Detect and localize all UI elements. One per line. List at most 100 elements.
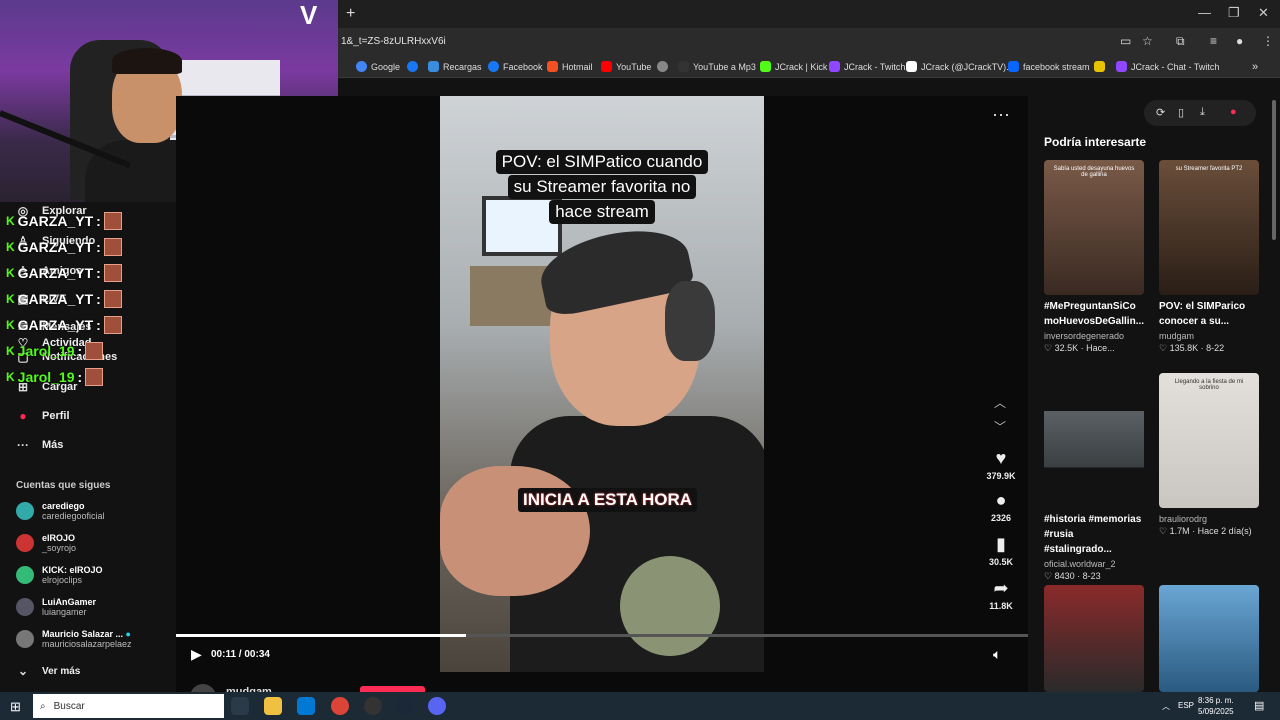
avatar <box>16 566 34 584</box>
bookmark-icon: ▮ <box>996 534 1006 554</box>
video-scene-hand <box>440 466 590 596</box>
like-button[interactable]: ♥ 379.9K <box>980 448 1022 481</box>
bookmark-globe[interactable] <box>657 61 668 72</box>
save-button[interactable]: ▮ 30.5K <box>980 534 1022 567</box>
download-icon[interactable]: ⤓ <box>1200 106 1205 119</box>
refresh-icon[interactable]: ⟳ <box>1156 106 1165 119</box>
chevron-down-icon: ⌄ <box>17 664 29 678</box>
bookmark-google[interactable]: Google <box>356 61 400 72</box>
following-account[interactable]: carediego carediegooficial <box>16 501 105 521</box>
progress-bar[interactable] <box>176 634 1028 637</box>
bookmark-facebook[interactable]: Facebook <box>488 61 543 72</box>
screen: + — ❐ ✕ 1&_t=ZS-8zULRHxxV6i ▭ ☆ ⧉ ≡ ● ⋮ … <box>0 0 1280 720</box>
clock[interactable]: 8:36 p. m. 5/09/2025 <box>1198 695 1234 717</box>
following-account[interactable]: elROJO _soyrojo <box>16 533 76 553</box>
share-button[interactable]: ➦ 11.8K <box>980 578 1022 611</box>
file-explorer-icon[interactable] <box>264 697 282 715</box>
url-field[interactable]: 1&_t=ZS-8zULRHxxV6i <box>341 36 446 47</box>
video-caption-mid: INICIA A ESTA HORA <box>518 488 698 512</box>
nav-mas[interactable]: ··· Más <box>16 438 63 452</box>
windows-start-icon[interactable]: ⊞ <box>10 699 21 715</box>
bookmark-hotmail[interactable]: Hotmail <box>547 61 593 72</box>
twitch-icon <box>1116 61 1127 72</box>
new-tab-button[interactable]: + <box>346 5 355 23</box>
cast-icon[interactable]: ▭ <box>1120 34 1131 48</box>
comment-icon: ● <box>995 490 1007 510</box>
restore-icon[interactable]: ❐ <box>1228 5 1240 21</box>
video-player[interactable]: POV: el SIMPatico cuando su Streamer fav… <box>440 96 764 672</box>
bookmark-youtube[interactable]: YouTube <box>601 61 651 72</box>
more-icon: ··· <box>17 438 29 452</box>
recommend-card[interactable] <box>1044 585 1144 692</box>
see-more-button[interactable]: ⌄ Ver más <box>16 664 80 678</box>
following-title: Cuentas que sigues <box>16 480 111 491</box>
comment-button[interactable]: ● 2326 <box>980 490 1022 523</box>
media-icon[interactable]: ≡ <box>1210 34 1217 48</box>
bookmark-jcrack-x[interactable]: JCrack (@JCrackTV)... <box>906 61 1014 72</box>
extensions-icon[interactable]: ⧉ <box>1176 34 1185 49</box>
bookmark-facebook-1[interactable] <box>407 61 418 72</box>
scrollbar[interactable] <box>1272 100 1276 240</box>
globe-icon <box>657 61 668 72</box>
recommend-card[interactable]: Llegando a la fiesta de mi sobrino braul… <box>1159 373 1259 537</box>
chrome-icon[interactable] <box>331 697 349 715</box>
bookmark-jcrack-twitch[interactable]: JCrack - Twitch <box>829 61 905 72</box>
nav-perfil[interactable]: ● Perfil <box>16 409 69 423</box>
chat-message: K GARZA_YT: <box>6 238 122 256</box>
bookmarks-overflow-icon[interactable]: » <box>1252 61 1258 73</box>
chat-message: K Jarol_19: <box>6 342 104 360</box>
obs-icon[interactable] <box>364 697 382 715</box>
meta-icon <box>1008 61 1019 72</box>
emote-icon <box>103 316 122 334</box>
taskbar-search[interactable]: ⌕ Buscar <box>33 694 224 718</box>
chevron-up-icon[interactable]: ︿ <box>994 394 1006 411</box>
recommend-card[interactable] <box>1159 585 1259 692</box>
emote-icon <box>85 368 104 386</box>
card-thumbnail: Sabía usted desayuna huevos de gallina <box>1044 160 1144 295</box>
x-icon <box>906 61 917 72</box>
play-icon[interactable]: ▶ <box>191 646 202 663</box>
recommend-card[interactable]: Sabía usted desayuna huevos de gallina #… <box>1044 160 1144 354</box>
chat-message: K GARZA_YT: <box>6 316 122 334</box>
bookmark-recargas[interactable]: Recargas <box>428 61 482 72</box>
bookmark-facebook-stream[interactable]: facebook stream <box>1008 61 1090 72</box>
minimize-icon[interactable]: — <box>1198 5 1211 20</box>
chevron-down-icon[interactable]: ﹀ <box>994 418 1006 435</box>
card-thumbnail <box>1159 585 1259 692</box>
volume-icon[interactable]: 🔈︎ <box>993 646 1001 663</box>
more-options-icon[interactable]: ··· <box>992 104 1010 125</box>
avatar <box>16 534 34 552</box>
chat-message: K Jarol_19: <box>6 368 104 386</box>
following-account[interactable]: KICK: elROJO elrojoclips <box>16 565 103 585</box>
chat-message: K GARZA_YT: <box>6 264 122 282</box>
following-account[interactable]: LuiAnGamer luiangamer <box>16 597 96 617</box>
recommend-card[interactable]: su Streamer favorita PT2 POV: el SIMPari… <box>1159 160 1259 354</box>
bookmark-youtube-mp3[interactable]: YouTube a Mp3 <box>678 61 756 72</box>
discord-icon[interactable] <box>428 697 446 715</box>
profile-avatar-icon[interactable]: ● <box>1230 106 1237 118</box>
microsoft-icon <box>547 61 558 72</box>
youtube-icon <box>601 61 612 72</box>
notification-icon[interactable]: ▤ <box>1254 699 1264 712</box>
close-icon[interactable]: ✕ <box>1258 5 1269 21</box>
steam-icon[interactable] <box>395 697 413 715</box>
bookmark-jcrack-chat[interactable]: JCrack - Chat - Twitch <box>1116 61 1219 72</box>
following-account[interactable]: Mauricio Salazar ... ● mauriciosalazarpel… <box>16 629 132 649</box>
language-indicator[interactable]: ESP <box>1178 701 1194 710</box>
star-icon[interactable]: ☆ <box>1142 34 1153 48</box>
recommend-card[interactable]: #historia #memorias #rusia #stalingrado.… <box>1044 373 1144 582</box>
recommend-title: Podría interesarte <box>1044 135 1147 149</box>
recargas-icon <box>428 61 439 72</box>
heart-icon: ♥ <box>995 448 1007 468</box>
menu-icon[interactable]: ⋮ <box>1262 34 1274 48</box>
outlook-icon[interactable] <box>297 697 315 715</box>
bookmark-jcrack-kick[interactable]: JCrack | Kick <box>760 61 827 72</box>
bookmark-yellow[interactable] <box>1094 61 1105 72</box>
task-view-icon[interactable] <box>231 697 249 715</box>
profile-icon: ● <box>19 409 27 423</box>
phone-icon[interactable]: ▯ <box>1178 106 1184 119</box>
video-toolbar: ⟳ ▯ ⤓ ● <box>1144 100 1256 126</box>
tray-chevron-icon[interactable]: ︿ <box>1162 701 1170 712</box>
card-thumbnail: Llegando a la fiesta de mi sobrino <box>1159 373 1259 508</box>
profile-icon[interactable]: ● <box>1236 34 1243 48</box>
